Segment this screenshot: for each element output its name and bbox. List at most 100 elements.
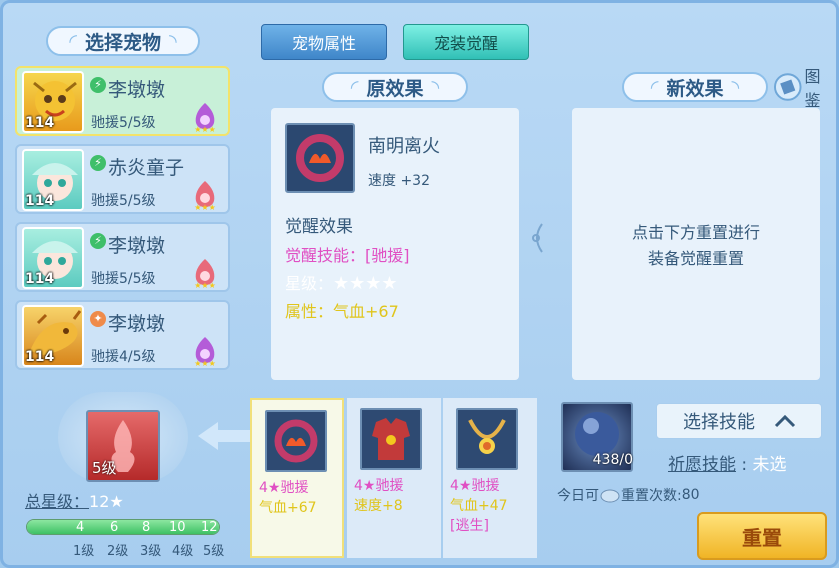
pet-avatar: 114 <box>22 227 84 289</box>
pet-name: 李墩墩 <box>108 79 166 101</box>
attribute-row: 属性：气血+67 <box>285 298 399 322</box>
level-label: 3级 <box>140 544 162 559</box>
quality-badge-icon: ★★★ <box>194 103 216 133</box>
svg-text:★★★: ★★★ <box>194 359 216 367</box>
equipment-attribute: 气血+67 <box>259 500 317 516</box>
pet-card[interactable]: 114 ⚡ 李墩墩 驰援5/5级 ★★★ <box>15 66 230 136</box>
awaken-effect-title: 觉醒效果 <box>285 217 353 237</box>
pet-card[interactable]: 114 ⚡ 赤炎童子 驰援5/5级 ★★★ <box>15 144 230 214</box>
pet-card[interactable]: 114 ⚡ 李墩墩 驰援5/5级 ★★★ <box>15 222 230 292</box>
equipment-icon <box>285 123 355 193</box>
necklace-icon <box>468 419 506 454</box>
new-effect-hint-line1: 点击下方重置进行 <box>631 223 760 242</box>
tab-equip-awaken[interactable]: 宠装觉醒 <box>403 24 529 60</box>
equipment-slot[interactable]: 4★驰援 气血+67 <box>250 398 344 558</box>
tick-label: 6 <box>110 520 119 535</box>
equipment-star-skill: 4★驰援 <box>259 480 309 496</box>
pray-skill-label[interactable]: 祈愿技能 <box>668 455 736 475</box>
arrow-left-icon <box>198 422 254 450</box>
new-effect-header: ◜ 新效果 ◝ <box>622 72 768 102</box>
tick-label: 10 <box>169 520 186 535</box>
star-row: 星级：★★★★ <box>285 270 398 294</box>
pet-assist-level: 驰援5/5级 <box>91 193 156 209</box>
original-effect-title: 原效果 <box>366 77 424 100</box>
equipment-attribute: 速度+8 <box>354 498 403 514</box>
progress-levels: 1级 2级 3级 4级 5级 <box>26 540 230 559</box>
today-label: 今日可 <box>557 488 599 504</box>
fire-ring-icon <box>274 419 318 463</box>
pet-list[interactable]: 114 ⚡ 李墩墩 驰援5/5级 ★★★ 114 ⚡ 赤炎童子 驰援5/5级 ★… <box>15 66 230 384</box>
assist-level-slot[interactable]: 5级 <box>86 410 160 482</box>
reset-button[interactable]: 重置 <box>697 512 827 560</box>
awaken-skill-value: [驰援] <box>365 246 410 265</box>
new-effect-panel: 点击下方重置进行 装备觉醒重置 <box>572 108 820 380</box>
level-label: 4级 <box>172 544 194 559</box>
select-skill-dropdown[interactable]: 选择技能 <box>656 403 822 439</box>
level-label: 5级 <box>203 544 225 559</box>
tick-label: 12 <box>201 520 218 535</box>
element-icon: ⚡ <box>90 77 106 93</box>
pet-level: 114 <box>25 193 55 209</box>
svg-text:★★★: ★★★ <box>194 203 216 211</box>
reset-count-label: 重置次数: <box>621 488 682 504</box>
pet-level: 114 <box>25 271 55 287</box>
pet-name: 赤炎童子 <box>108 157 185 179</box>
level-label: 2级 <box>107 544 129 559</box>
level-label: 1级 <box>73 544 95 559</box>
pet-name: 李墩墩 <box>108 313 166 335</box>
pray-skill-value: 未选 <box>752 455 787 475</box>
equipment-image <box>265 410 327 472</box>
element-icon: ✦ <box>90 311 106 327</box>
pet-card[interactable]: 114 ✦ 李墩墩 驰援4/5级 ★★★ <box>15 300 230 370</box>
tab-pet-attributes[interactable]: 宠物属性 <box>261 24 387 60</box>
chevron-left-icon <box>532 223 543 253</box>
equipment-slot[interactable]: 4★驰援 速度+8 <box>347 398 441 558</box>
quality-badge-icon: ★★★ <box>194 181 216 211</box>
element-icon: ⚡ <box>90 233 106 249</box>
pet-avatar: 114 <box>22 305 84 367</box>
total-star-row: 总星级：12★ <box>25 488 124 512</box>
equipment-image <box>456 408 518 470</box>
armor-icon <box>372 418 410 460</box>
pet-assist-level: 驰援5/5级 <box>91 115 156 131</box>
assist-level-value: 5级 <box>92 459 117 477</box>
pet-avatar: 114 <box>22 71 84 133</box>
equipment-skill: [逃生] <box>450 518 489 534</box>
select-skill-label: 选择技能 <box>683 412 755 433</box>
equipment-name: 南明离火 <box>368 136 440 157</box>
pet-avatar: 114 <box>22 149 84 211</box>
equipment-slot[interactable]: 4★驰援 气血+47 [逃生] <box>443 398 537 558</box>
reset-count-value: 80 <box>681 487 700 503</box>
total-star-symbol: ★ <box>109 492 124 511</box>
equipment-image <box>360 408 422 470</box>
pet-assist-level: 驰援5/5级 <box>91 271 156 287</box>
orb-slot[interactable]: 438/0 <box>561 402 633 472</box>
equipment-attribute: 气血+47 <box>450 498 508 514</box>
awaken-skill-row: 觉醒技能：[驰援] <box>285 242 410 266</box>
quality-badge-icon: ★★★ <box>194 337 216 367</box>
new-effect-hint-line2: 装备觉醒重置 <box>647 249 744 268</box>
original-effect-panel: 南明离火 速度 +32 觉醒效果 觉醒技能：[驰援] 星级：★★★★ 属性：气血… <box>271 108 519 380</box>
pet-assist-level: 驰援4/5级 <box>91 349 156 365</box>
equipment-star-skill: 4★驰援 <box>354 478 404 494</box>
shell-icon <box>600 489 620 503</box>
pet-level: 114 <box>25 349 55 365</box>
fire-ring-icon <box>296 134 344 182</box>
new-effect-title: 新效果 <box>666 77 724 100</box>
total-star-label: 总星级： <box>25 492 90 511</box>
select-pet-title: 选择宠物 <box>84 31 161 54</box>
orb-count: 438/0 <box>592 452 633 468</box>
tick-label: 4 <box>76 520 85 535</box>
star-label: 星级： <box>285 274 334 293</box>
pet-name: 李墩墩 <box>108 235 166 257</box>
star-value: ★★★★ <box>333 273 398 294</box>
select-pet-header: ◜ 选择宠物 ◝ <box>46 26 200 56</box>
guide-button[interactable]: 图鉴 <box>774 67 836 110</box>
reset-button-label: 重置 <box>742 525 782 550</box>
tab-pet-attributes-label: 宠物属性 <box>291 34 356 53</box>
equipment-star-skill: 4★驰援 <box>450 478 500 494</box>
pray-skill-row: 祈愿技能 : 未选 <box>668 455 787 475</box>
original-effect-header: ◜ 原效果 ◝ <box>322 72 468 102</box>
pet-level: 114 <box>25 115 55 131</box>
attribute-value: 气血+67 <box>333 302 399 321</box>
